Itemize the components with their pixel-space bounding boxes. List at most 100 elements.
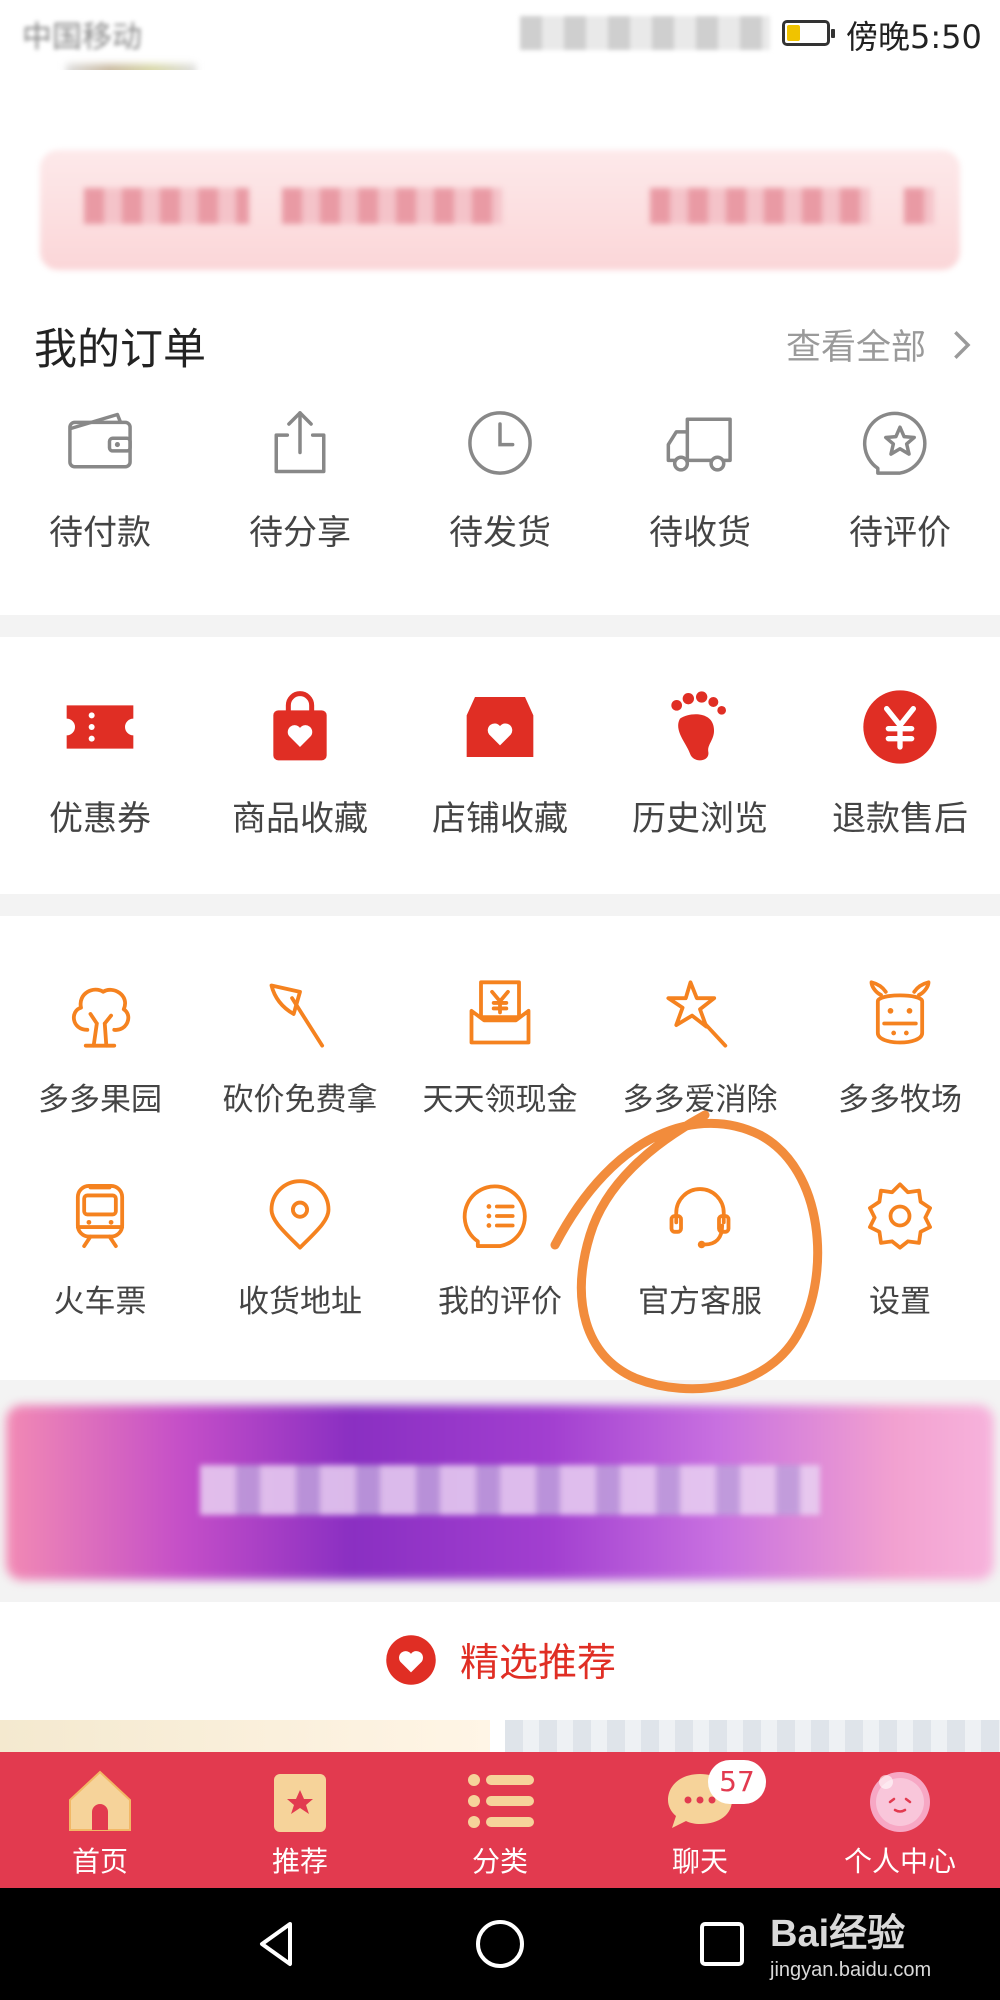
tab-label: 个人中心 [843,1845,956,1878]
blurred-text [650,188,870,224]
system-nav-bar: Bai经验 jingyan.baidu.com [0,1888,1000,2000]
tool-daily-cash[interactable]: 天天领现金 [400,976,600,1166]
order-pending-review[interactable]: 待评价 [800,405,1000,615]
order-label: 待发货 [449,513,551,553]
service-label: 历史浏览 [632,799,768,839]
battery-icon [782,20,835,46]
orders-title: 我的订单 [34,325,206,375]
tool-label: 砍价免费拿 [222,1082,378,1118]
order-pending-shipment[interactable]: 待发货 [400,405,600,615]
footprint-icon [671,691,726,761]
category-list-icon [468,1774,534,1828]
service-label: 退款售后 [832,799,968,839]
tool-bargain[interactable]: 砍价免费拿 [200,976,400,1166]
store-favorite-icon [466,697,534,757]
tree-icon [72,987,131,1048]
tool-customer-service[interactable]: 官方客服 [600,1178,800,1368]
tab-recommend[interactable]: 推荐 [200,1752,400,1888]
tool-match-game[interactable]: 多多爱消除 [600,976,800,1166]
tool-label: 火车票 [53,1284,147,1320]
order-label: 待收货 [649,513,751,553]
status-time: 傍晚5:50 [846,18,982,56]
star-wand-icon [666,980,728,1048]
tab-home[interactable]: 首页 [0,1752,200,1888]
tab-chat[interactable]: 57 聊天 [600,1752,800,1888]
service-label: 优惠券 [49,799,151,839]
tool-ranch[interactable]: 多多牧场 [800,976,1000,1166]
service-label: 商品收藏 [232,799,368,839]
watermark-main: Bai经验 [770,1913,906,1955]
service-label: 店铺收藏 [432,799,568,839]
blurred-promo-text [200,1465,820,1515]
wallet-icon [68,412,132,469]
blurred-text [904,188,934,224]
blurred-status-icons [520,16,770,50]
tool-train-tickets[interactable]: 火车票 [0,1178,200,1368]
view-all-orders-link[interactable]: 查看全部 [786,319,978,370]
watermark-sub: jingyan.baidu.com [770,1959,932,1981]
battery-level [787,25,800,41]
tool-shipping-address[interactable]: 收货地址 [200,1178,400,1368]
order-pending-share[interactable]: 待分享 [200,405,400,615]
blurred-text [84,188,249,224]
recommend-feed-preview [0,1720,1000,1755]
service-refund[interactable]: 退款售后 [800,687,1000,887]
chat-unread-badge: 57 [708,1760,766,1804]
cow-icon [869,980,931,1045]
back-icon[interactable] [250,1916,306,1972]
tab-label: 聊天 [671,1845,728,1878]
tab-label: 推荐 [271,1845,328,1878]
tool-label: 收货地址 [238,1284,362,1320]
home-icon [69,1770,131,1831]
order-pending-payment[interactable]: 待付款 [0,405,200,615]
cash-envelope-icon [469,980,531,1045]
location-pin-icon [269,1179,331,1250]
recommend-bag-icon [274,1774,326,1832]
tool-label: 官方客服 [638,1284,762,1320]
baidu-watermark: Bai经验 jingyan.baidu.com [770,1902,931,1982]
order-pending-receipt[interactable]: 待收货 [600,405,800,615]
service-coupon[interactable]: 优惠券 [0,687,200,887]
comment-list-icon [462,1184,527,1248]
tool-label: 多多牧场 [838,1082,962,1118]
tab-label: 首页 [71,1845,128,1878]
order-label: 待付款 [49,513,151,553]
chevron-right-icon [954,330,971,359]
tool-label: 设置 [869,1284,931,1320]
order-label: 待分享 [249,513,351,553]
tool-orchard[interactable]: 多多果园 [0,976,200,1166]
tool-my-reviews[interactable]: 我的评价 [400,1178,600,1368]
clock-icon [468,411,532,475]
product-card-image[interactable] [505,1720,1000,1755]
tool-label: 多多果园 [38,1082,162,1118]
coupon-icon [66,705,134,749]
tool-label: 多多爱消除 [622,1082,778,1118]
heart-badge-icon [386,1635,436,1685]
services-card: 优惠券 商品收藏 店铺收藏 历史浏览 退款售后 [0,637,1000,894]
profile-header [0,70,1000,285]
service-history[interactable]: 历史浏览 [600,687,800,887]
bottom-tab-bar: 首页 推荐 分类 57 聊天 个人中心 [0,1752,1000,1888]
recommend-header: 精选推荐 [0,1632,1000,1688]
blurred-text [282,188,502,224]
review-star-icon [863,411,927,475]
product-card-image[interactable] [0,1720,490,1755]
recommend-section: 精选推荐 [0,1602,1000,1720]
home-circle-icon[interactable] [472,1916,528,1972]
carrier-label: 中国移动 [22,20,142,55]
tab-category[interactable]: 分类 [400,1752,600,1888]
service-store-favorites[interactable]: 店铺收藏 [400,687,600,887]
tab-profile[interactable]: 个人中心 [800,1752,1000,1888]
tool-settings[interactable]: 设置 [800,1178,1000,1368]
promo-banner[interactable] [0,1395,1000,1595]
recents-square-icon[interactable] [694,1916,750,1972]
tab-label: 分类 [471,1845,528,1878]
gear-icon [868,1182,932,1250]
share-icon [274,411,326,474]
train-icon [75,1184,125,1248]
favorite-bag-icon [273,691,327,761]
axe-icon [269,983,325,1048]
status-bar: 中国移动 傍晚5:50 [0,0,1000,98]
order-label: 待评价 [849,513,951,553]
service-product-favorites[interactable]: 商品收藏 [200,687,400,887]
